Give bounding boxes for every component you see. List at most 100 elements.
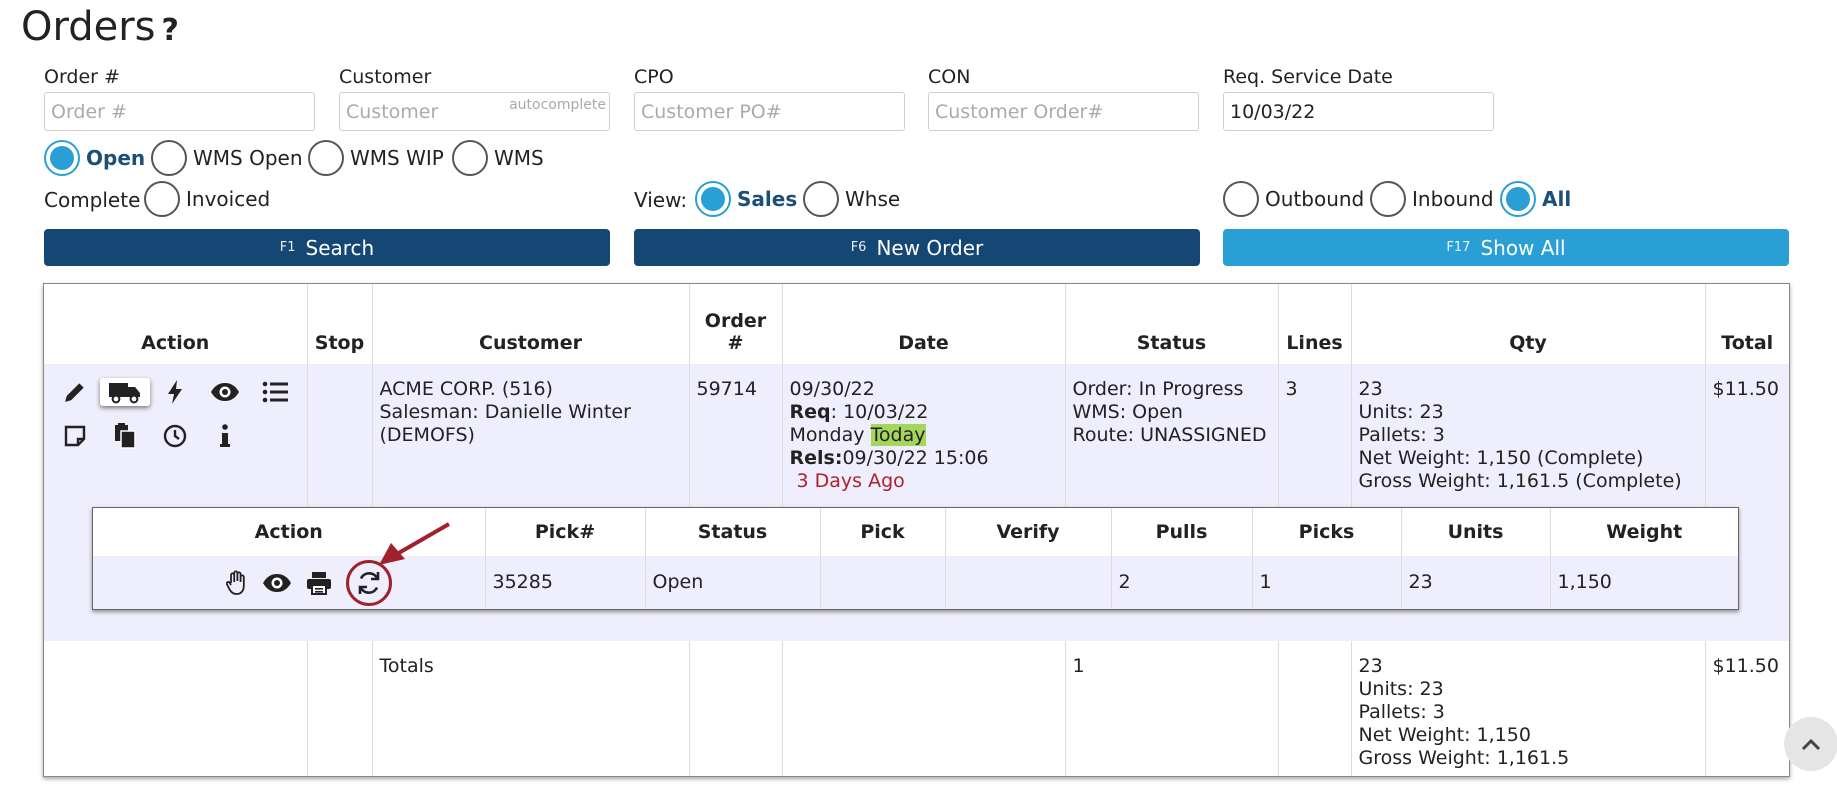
customer-cell[interactable]: ACME CORP. (516) Salesman: Danielle Wint… xyxy=(371,364,689,507)
refresh-icon[interactable] xyxy=(356,569,382,597)
show-all-shortcut: F17 xyxy=(1446,240,1471,255)
search-button[interactable]: F1 Search xyxy=(44,229,610,266)
route-status: Route: UNASSIGNED xyxy=(1072,424,1267,446)
new-order-shortcut: F6 xyxy=(850,240,867,255)
print-icon[interactable] xyxy=(306,569,332,597)
order-number-cell[interactable]: 59714 xyxy=(688,364,782,507)
req-service-date-input[interactable] xyxy=(1223,92,1494,131)
pick-cell xyxy=(819,556,945,609)
radio-label: Whse xyxy=(845,187,901,211)
radio-circle[interactable] xyxy=(1223,181,1259,217)
radio-view-whse[interactable]: Whse xyxy=(803,181,900,217)
stop-cell xyxy=(306,364,372,507)
picks-col-status[interactable]: Status xyxy=(644,508,820,556)
page-title-text: Orders xyxy=(21,4,156,50)
col-lines[interactable]: Lines xyxy=(1277,284,1351,364)
radio-circle[interactable] xyxy=(803,181,839,217)
col-status[interactable]: Status xyxy=(1064,284,1278,364)
scroll-to-top-button[interactable] xyxy=(1784,717,1837,771)
radio-label: Sales xyxy=(737,187,798,211)
totals-order-cell xyxy=(688,641,782,776)
show-all-button[interactable]: F17 Show All xyxy=(1223,229,1789,266)
radio-wms-open[interactable]: WMS Open xyxy=(151,140,303,176)
col-customer[interactable]: Customer xyxy=(371,284,689,364)
order-status: Order: In Progress xyxy=(1072,378,1244,400)
radio-wms-wip[interactable]: WMS WIP xyxy=(308,140,444,176)
new-order-button[interactable]: F6 New Order xyxy=(634,229,1200,266)
copy-icon[interactable] xyxy=(100,422,150,450)
status-cell: Order: In Progress WMS: Open Route: UNAS… xyxy=(1064,364,1278,507)
date-cell: 09/30/22 Req: 10/03/22 Monday Today Rels… xyxy=(781,364,1065,507)
col-date[interactable]: Date xyxy=(781,284,1065,364)
col-qty[interactable]: Qty xyxy=(1350,284,1705,364)
col-order-number[interactable]: Order # xyxy=(688,284,782,364)
new-order-button-label: New Order xyxy=(876,235,984,260)
radio-label: Open xyxy=(86,146,146,170)
clock-icon[interactable] xyxy=(150,422,200,450)
order-number-input[interactable] xyxy=(44,92,315,131)
hand-icon[interactable] xyxy=(225,569,248,597)
picks-col-pick-number[interactable]: Pick# xyxy=(484,508,645,556)
truck-icon[interactable] xyxy=(100,378,150,406)
radio-circle[interactable] xyxy=(151,140,187,176)
picks-col-picks[interactable]: Picks xyxy=(1251,508,1401,556)
radio-circle[interactable] xyxy=(308,140,344,176)
radio-circle[interactable] xyxy=(452,140,488,176)
radio-circle[interactable] xyxy=(144,181,180,217)
eye-icon[interactable] xyxy=(200,378,250,406)
radio-circle[interactable] xyxy=(1500,181,1536,217)
customer-field: Customer autocomplete xyxy=(339,66,610,131)
customer-label: Customer xyxy=(339,66,432,88)
picks-cell: Action Pick# Status Pick Verify Pulls Pi… xyxy=(44,507,1789,641)
col-total[interactable]: Total xyxy=(1704,284,1789,364)
action-cell xyxy=(44,364,307,507)
picks-col-units[interactable]: Units xyxy=(1400,508,1550,556)
col-action[interactable]: Action xyxy=(44,284,307,364)
con-input[interactable] xyxy=(928,92,1199,131)
list-icon[interactable] xyxy=(250,378,300,406)
picks-col-weight[interactable]: Weight xyxy=(1549,508,1738,556)
page-title: Orders? xyxy=(21,4,179,50)
cpo-input[interactable] xyxy=(634,92,905,131)
totals-qty: 23 xyxy=(1358,655,1383,677)
radio-outbound[interactable]: Outbound xyxy=(1223,181,1364,217)
picks-header-row: Action Pick# Status Pick Verify Pulls Pi… xyxy=(93,508,1738,556)
help-icon[interactable]: ? xyxy=(162,13,179,48)
view-label: View: xyxy=(634,188,688,212)
pulls-cell: 2 xyxy=(1110,556,1252,609)
radio-invoiced[interactable]: Invoiced xyxy=(144,181,270,217)
eye-icon[interactable] xyxy=(262,569,292,597)
qty-total: 23 xyxy=(1358,378,1383,400)
picks-col-verify[interactable]: Verify xyxy=(944,508,1111,556)
picks-row: Action Pick# Status Pick Verify Pulls Pi… xyxy=(44,507,1789,641)
picks-col-pulls[interactable]: Pulls xyxy=(1110,508,1252,556)
radio-view-sales[interactable]: Sales xyxy=(695,181,797,217)
picks-col-pick[interactable]: Pick xyxy=(819,508,945,556)
day-name: Monday xyxy=(789,424,871,446)
bolt-icon[interactable] xyxy=(150,378,200,406)
con-label: CON xyxy=(928,66,971,88)
radio-open[interactable]: Open xyxy=(44,140,145,176)
qty-net-weight: Net Weight: 1,150 (Complete) xyxy=(1358,447,1644,469)
radio-inbound[interactable]: Inbound xyxy=(1370,181,1494,217)
totals-date-cell xyxy=(781,641,1065,776)
info-icon[interactable] xyxy=(200,422,250,450)
radio-circle[interactable] xyxy=(1370,181,1406,217)
req-service-date-label: Req. Service Date xyxy=(1223,66,1393,88)
col-stop[interactable]: Stop xyxy=(306,284,372,364)
radio-circle[interactable] xyxy=(695,181,731,217)
note-icon[interactable] xyxy=(50,422,100,450)
radio-circle[interactable] xyxy=(44,140,80,176)
req-value: : 10/03/22 xyxy=(830,401,929,423)
rels-label: Rels: xyxy=(789,447,843,469)
pick-number-cell[interactable]: 35285 xyxy=(484,556,645,609)
units-cell: 23 xyxy=(1400,556,1550,609)
rels-value: 09/30/22 15:06 xyxy=(842,447,989,469)
col-order-number-line1: Order xyxy=(704,310,767,332)
totals-total-cell: $11.50 xyxy=(1704,641,1789,776)
radio-all[interactable]: All xyxy=(1500,181,1571,217)
radio-wms-complete[interactable]: WMS xyxy=(452,140,544,176)
pencil-icon[interactable] xyxy=(50,378,100,406)
weight-cell: 1,150 xyxy=(1549,556,1738,609)
radio-label: WMS WIP xyxy=(350,146,444,170)
